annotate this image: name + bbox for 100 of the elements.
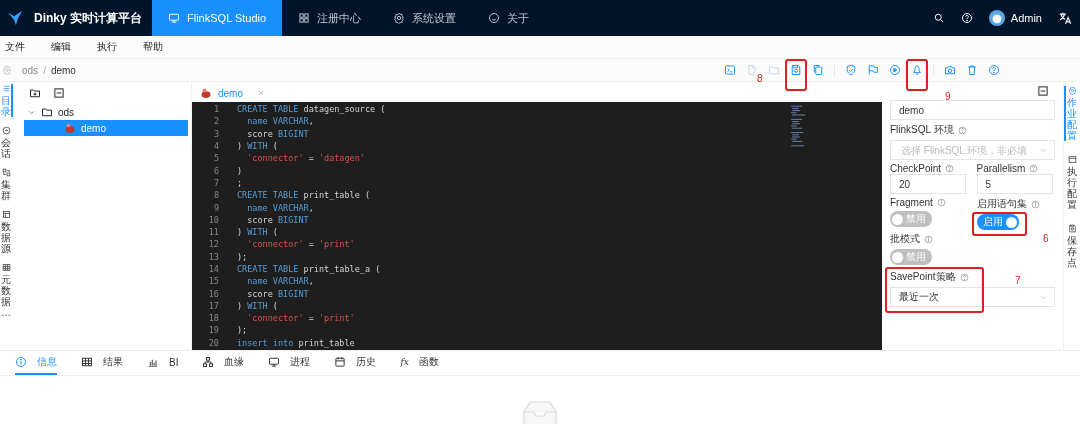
bottom-tab[interactable]: 进程: [268, 351, 311, 375]
menu-item[interactable]: 帮助: [138, 40, 184, 54]
nav-tab[interactable]: 注册中心: [282, 0, 378, 36]
code-line: name VARCHAR,: [246, 202, 314, 213]
monitor-icon: [268, 356, 281, 368]
code-line: score BIGINT: [246, 288, 309, 299]
collapse-icon[interactable]: [53, 87, 65, 99]
code-editor[interactable]: [192, 102, 882, 350]
menu-item[interactable]: 文件: [0, 40, 46, 54]
terminal-icon[interactable]: [724, 64, 736, 76]
tree-node[interactable]: ods: [24, 104, 188, 120]
code-line: 'connector' = 'datagen': [246, 153, 365, 164]
close-icon[interactable]: [257, 89, 265, 97]
collapse-icon[interactable]: [1037, 85, 1049, 97]
code-line: CREATE TABLE datagen_source (: [237, 104, 386, 115]
play-icon[interactable]: [889, 64, 901, 76]
trash-icon[interactable]: [966, 64, 978, 76]
function-icon: fx: [400, 357, 409, 367]
camera-icon[interactable]: [944, 64, 956, 76]
field-label: 批模式: [890, 232, 920, 246]
gear-icon: [1067, 86, 1077, 95]
side-tab[interactable]: 保存点: [1064, 224, 1077, 268]
line-number: 19: [207, 325, 219, 336]
line-number: 10: [207, 214, 219, 225]
info-icon[interactable]: [1030, 199, 1040, 209]
line-number: 8: [212, 190, 219, 201]
line-number: 14: [207, 264, 219, 274]
code-line: insert into print_table: [237, 337, 355, 348]
field-label: SavePoint策略: [890, 270, 956, 284]
monitor-icon: [168, 12, 180, 24]
side-tab[interactable]: 数据源: [0, 210, 13, 254]
job-name-field[interactable]: demo: [890, 100, 1055, 120]
breadcrumb-item[interactable]: demo: [50, 64, 76, 76]
number-field[interactable]: 5: [976, 174, 1053, 194]
menu-item[interactable]: 执行: [92, 40, 138, 54]
nav-tab[interactable]: 系统设置: [377, 0, 473, 36]
side-tab[interactable]: 会话: [0, 126, 13, 159]
code-line: name VARCHAR,: [246, 116, 314, 127]
code-line: score BIGINT: [246, 214, 309, 225]
app-title: Dinky 实时计算平台: [34, 9, 142, 27]
user-name[interactable]: Admin: [1010, 12, 1042, 24]
field-label: CheckPoint: [890, 163, 942, 174]
line-number: 18: [207, 313, 219, 324]
hierarchy-icon: [202, 356, 215, 368]
cluster-icon: [1, 168, 11, 177]
table-icon: [1, 263, 11, 272]
copy-icon[interactable]: [812, 64, 824, 76]
code-line: score BIGINT: [246, 128, 309, 139]
info-icon[interactable]: [924, 234, 933, 244]
bottom-tab[interactable]: 结果: [81, 351, 123, 375]
line-number: 11: [207, 227, 219, 238]
annotation-number: 9: [945, 92, 951, 102]
bird-logo-icon: [6, 9, 24, 27]
bell-icon[interactable]: [911, 64, 923, 76]
annotation-number: 7: [1015, 276, 1021, 286]
nav-tab[interactable]: 关于: [472, 0, 546, 36]
field-label: Parallelism: [976, 163, 1026, 174]
database-icon: [1, 210, 11, 219]
new-folder-icon[interactable]: [29, 87, 41, 99]
bottom-tab[interactable]: BI: [147, 351, 179, 375]
line-number: 15: [207, 276, 219, 287]
line-number: 5: [212, 153, 219, 164]
line-number: 6: [212, 165, 219, 176]
gear-icon: [393, 12, 406, 24]
avatar-icon[interactable]: [988, 10, 1005, 26]
code-line: ) WITH (: [237, 141, 278, 152]
window-icon: [1067, 155, 1077, 164]
search-icon[interactable]: [932, 12, 945, 24]
side-tab[interactable]: 执行配置: [1064, 155, 1077, 210]
number-field[interactable]: 20: [890, 174, 966, 194]
tab-label: demo: [218, 87, 243, 99]
side-tab[interactable]: 集群: [0, 168, 13, 201]
breadcrumb-item[interactable]: ods: [22, 64, 39, 76]
line-number: 4: [212, 141, 219, 152]
annotation-number: 8: [757, 74, 763, 84]
bottom-tab[interactable]: 历史: [334, 351, 377, 375]
code-line: 'connector' = 'print': [246, 313, 355, 324]
savepoint-select[interactable]: 最近一次: [890, 287, 1055, 307]
flag-icon[interactable]: [867, 64, 879, 76]
info-icon[interactable]: [936, 198, 946, 207]
bottom-tab[interactable]: 血缘: [202, 351, 245, 375]
code-line: CREATE TABLE print_table (: [237, 190, 371, 201]
save-icon[interactable]: [790, 64, 802, 76]
shield-check-icon[interactable]: [845, 64, 857, 76]
code-line: ) WITH (: [237, 300, 278, 311]
save-icon: [1067, 224, 1077, 233]
code-line: ;: [237, 177, 243, 188]
smile-icon: [488, 12, 501, 24]
field-label: FlinkSQL 环境: [890, 123, 954, 137]
annotation-box: [971, 212, 1027, 236]
line-number: 20: [207, 337, 219, 348]
code-line: 'connector' = 'print': [246, 239, 355, 250]
line-number: 7: [212, 177, 219, 188]
menu-item[interactable]: 编辑: [46, 40, 92, 54]
line-number: 1: [212, 104, 219, 115]
code-line: CREATE TABLE print_table_a (: [237, 264, 381, 274]
translate-icon[interactable]: [1058, 11, 1072, 25]
annotation-box: [906, 59, 928, 91]
side-tab[interactable]: 元数据…: [0, 263, 13, 318]
bottom-tab[interactable]: fx 函数: [400, 351, 439, 375]
